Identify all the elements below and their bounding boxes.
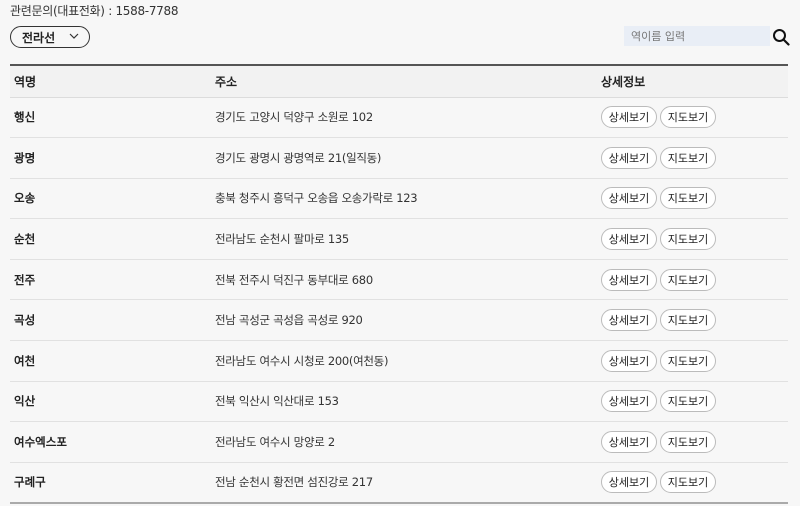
station-address: 전라남도 여수시 시청로 200(여천동): [215, 353, 389, 368]
table-row: 여수엑스포 전라남도 여수시 망양로 2 상세보기 지도보기: [10, 422, 788, 463]
map-button[interactable]: 지도보기: [660, 349, 716, 372]
map-button[interactable]: 지도보기: [660, 471, 716, 494]
station-name: 순천: [14, 232, 36, 247]
table-row: 오송 충북 청주시 흥덕구 오송읍 오송가락로 123 상세보기 지도보기: [10, 178, 788, 219]
table-row: 광명 경기도 광명시 광명역로 21(일직동) 상세보기 지도보기: [10, 138, 788, 179]
station-name: 구례구: [14, 475, 46, 490]
row-actions: 상세보기 지도보기: [601, 381, 788, 422]
station-name: 오송: [14, 191, 36, 206]
detail-button[interactable]: 상세보기: [601, 349, 657, 372]
map-button[interactable]: 지도보기: [660, 228, 716, 251]
detail-button[interactable]: 상세보기: [601, 187, 657, 210]
table-row: 순천 전라남도 순천시 팔마로 135 상세보기 지도보기: [10, 219, 788, 260]
header-details: 상세정보: [601, 65, 788, 98]
row-actions: 상세보기 지도보기: [601, 97, 788, 138]
row-actions: 상세보기 지도보기: [601, 219, 788, 260]
table-row: 여천 전라남도 여수시 시청로 200(여천동) 상세보기 지도보기: [10, 341, 788, 382]
map-button[interactable]: 지도보기: [660, 106, 716, 129]
detail-button[interactable]: 상세보기: [601, 106, 657, 129]
detail-button[interactable]: 상세보기: [601, 146, 657, 169]
detail-button[interactable]: 상세보기: [601, 390, 657, 413]
station-name: 익산: [14, 394, 36, 409]
contact-info: 관련문의(대표전화) : 1588-7788: [10, 4, 179, 18]
station-address: 전라남도 순천시 팔마로 135: [215, 232, 349, 247]
station-name: 여수엑스포: [14, 435, 67, 450]
map-button[interactable]: 지도보기: [660, 431, 716, 454]
station-name: 행신: [14, 110, 36, 125]
map-button[interactable]: 지도보기: [660, 390, 716, 413]
row-actions: 상세보기 지도보기: [601, 462, 788, 503]
table-header-row: 역명 주소 상세정보: [10, 65, 788, 98]
station-name: 전주: [14, 272, 36, 287]
row-actions: 상세보기 지도보기: [601, 300, 788, 341]
table-row: 곡성 전남 곡성군 곡성읍 곡성로 920 상세보기 지도보기: [10, 300, 788, 341]
search-icon[interactable]: [772, 28, 790, 46]
row-actions: 상세보기 지도보기: [601, 422, 788, 463]
line-select[interactable]: 전라선: [10, 26, 90, 48]
row-actions: 상세보기 지도보기: [601, 341, 788, 382]
station-address: 전남 순천시 황전면 섬진강로 217: [215, 475, 373, 490]
station-address: 경기도 고양시 덕양구 소원로 102: [215, 110, 373, 125]
table-row: 구례구 전남 순천시 황전면 섬진강로 217 상세보기 지도보기: [10, 462, 788, 503]
header-station-name: 역명: [10, 65, 215, 98]
station-name: 여천: [14, 353, 36, 368]
header-address: 주소: [215, 65, 601, 98]
detail-button[interactable]: 상세보기: [601, 431, 657, 454]
row-actions: 상세보기 지도보기: [601, 259, 788, 300]
station-address: 전라남도 여수시 망양로 2: [215, 435, 335, 450]
station-address: 전북 전주시 덕진구 동부대로 680: [215, 272, 373, 287]
station-table: 역명 주소 상세정보 행신 경기도 고양시 덕양구 소원로 102 상세보기 지도보기…: [10, 64, 788, 504]
map-button[interactable]: 지도보기: [660, 187, 716, 210]
detail-button[interactable]: 상세보기: [601, 471, 657, 494]
station-address: 충북 청주시 흥덕구 오송읍 오송가락로 123: [215, 191, 418, 206]
table-row: 행신 경기도 고양시 덕양구 소원로 102 상세보기 지도보기: [10, 97, 788, 138]
detail-button[interactable]: 상세보기: [601, 309, 657, 332]
map-button[interactable]: 지도보기: [660, 146, 716, 169]
chevron-down-icon: [69, 33, 79, 39]
row-actions: 상세보기 지도보기: [601, 178, 788, 219]
detail-button[interactable]: 상세보기: [601, 268, 657, 291]
row-actions: 상세보기 지도보기: [601, 138, 788, 179]
table-row: 전주 전북 전주시 덕진구 동부대로 680 상세보기 지도보기: [10, 259, 788, 300]
station-address: 전북 익산시 익산대로 153: [215, 394, 339, 409]
station-address: 경기도 광명시 광명역로 21(일직동): [215, 150, 382, 165]
detail-button[interactable]: 상세보기: [601, 228, 657, 251]
map-button[interactable]: 지도보기: [660, 268, 716, 291]
station-name: 곡성: [14, 313, 36, 328]
table-row: 익산 전북 익산시 익산대로 153 상세보기 지도보기: [10, 381, 788, 422]
station-name: 광명: [14, 150, 36, 165]
map-button[interactable]: 지도보기: [660, 309, 716, 332]
line-select-value: 전라선: [22, 30, 56, 45]
station-search-input[interactable]: [624, 26, 770, 46]
station-address: 전남 곡성군 곡성읍 곡성로 920: [215, 313, 363, 328]
